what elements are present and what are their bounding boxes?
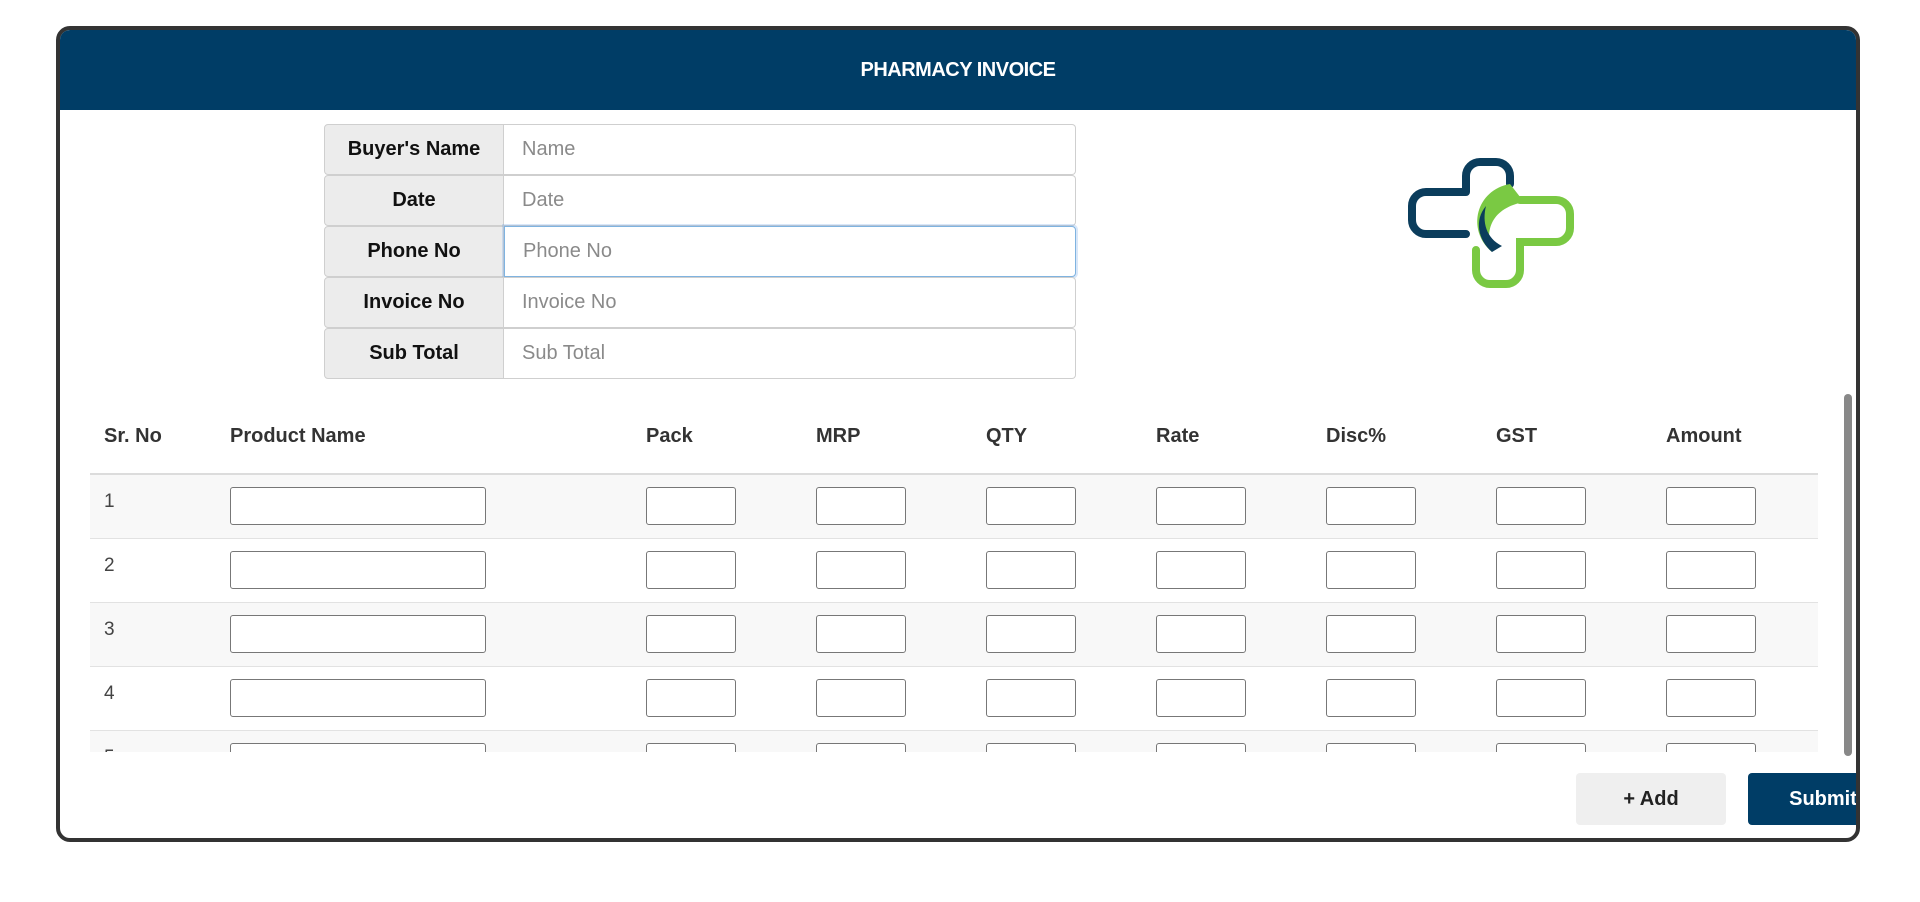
- table-row: 2: [90, 538, 1818, 603]
- disc-input[interactable]: [1326, 743, 1416, 752]
- pharmacy-cross-logo-icon: [1408, 158, 1574, 288]
- qty-input[interactable]: [986, 487, 1076, 526]
- sr-no-cell: 3: [90, 602, 216, 667]
- pack-input[interactable]: [646, 551, 736, 589]
- invoice-form: Buyer's Name Date Phone No Invoice No Su…: [324, 124, 1076, 379]
- pack-input[interactable]: [646, 679, 736, 717]
- column-header: Disc%: [1312, 400, 1482, 475]
- column-header: MRP: [802, 400, 972, 475]
- amount-input[interactable]: [1666, 679, 1756, 717]
- rate-input[interactable]: [1156, 487, 1246, 526]
- column-header: Sr. No: [90, 400, 216, 475]
- mrp-input[interactable]: [816, 487, 906, 526]
- column-header: QTY: [972, 400, 1142, 475]
- rate-input[interactable]: [1156, 551, 1246, 589]
- pack-input[interactable]: [646, 487, 736, 526]
- sr-no-cell: 5: [90, 730, 216, 752]
- qty-input[interactable]: [986, 743, 1076, 752]
- disc-input[interactable]: [1326, 551, 1416, 589]
- sr-no-cell: 2: [90, 538, 216, 603]
- qty-input[interactable]: [986, 551, 1076, 589]
- disc-input[interactable]: [1326, 679, 1416, 717]
- date-row: Date: [324, 175, 1076, 226]
- mrp-input[interactable]: [816, 743, 906, 752]
- rate-input[interactable]: [1156, 615, 1246, 653]
- page-title: PHARMACY INVOICE: [860, 58, 1057, 81]
- invoice-no-label: Invoice No: [324, 277, 504, 328]
- gst-input[interactable]: [1496, 551, 1586, 589]
- buyer-name-label: Buyer's Name: [324, 124, 504, 175]
- qty-input[interactable]: [986, 615, 1076, 653]
- gst-input[interactable]: [1496, 679, 1586, 717]
- rate-input[interactable]: [1156, 679, 1246, 717]
- phone-label: Phone No: [324, 226, 504, 277]
- product-name-input[interactable]: [230, 743, 486, 752]
- amount-input[interactable]: [1666, 551, 1756, 589]
- column-header: Pack: [632, 400, 802, 475]
- add-row-button[interactable]: + Add: [1576, 773, 1726, 825]
- rate-input[interactable]: [1156, 743, 1246, 752]
- mrp-input[interactable]: [816, 551, 906, 589]
- submit-button[interactable]: Submit: [1748, 773, 1856, 825]
- product-table: Sr. No Product Name Pack MRP QTY Rate Di…: [90, 400, 1818, 752]
- product-name-input[interactable]: [230, 679, 486, 717]
- invoice-header: PHARMACY INVOICE: [60, 30, 1856, 110]
- gst-input[interactable]: [1496, 743, 1586, 752]
- mrp-input[interactable]: [816, 679, 906, 717]
- buyer-name-row: Buyer's Name: [324, 124, 1076, 175]
- sub-total-row: Sub Total: [324, 328, 1076, 379]
- buyer-name-input[interactable]: [504, 124, 1076, 175]
- sub-total-label: Sub Total: [324, 328, 504, 379]
- table-row: 5: [90, 730, 1818, 752]
- invoice-no-input[interactable]: [504, 277, 1076, 328]
- phone-row: Phone No: [324, 226, 1076, 277]
- column-header: Rate: [1142, 400, 1312, 475]
- disc-input[interactable]: [1326, 615, 1416, 653]
- column-header: Amount: [1652, 400, 1818, 475]
- sr-no-cell: 4: [90, 666, 216, 731]
- date-input[interactable]: [504, 175, 1076, 226]
- amount-input[interactable]: [1666, 615, 1756, 653]
- disc-input[interactable]: [1326, 487, 1416, 526]
- table-row: 4: [90, 666, 1818, 731]
- date-label: Date: [324, 175, 504, 226]
- table-row: 3: [90, 602, 1818, 667]
- table-scrollbar[interactable]: [1844, 394, 1852, 756]
- mrp-input[interactable]: [816, 615, 906, 653]
- product-name-input[interactable]: [230, 551, 486, 589]
- invoice-card: PHARMACY INVOICE Buyer's Name Date Phone…: [56, 26, 1860, 842]
- amount-input[interactable]: [1666, 487, 1756, 526]
- sub-total-input[interactable]: [504, 328, 1076, 379]
- phone-input[interactable]: [504, 226, 1076, 277]
- column-header: GST: [1482, 400, 1652, 475]
- table-header-row: Sr. No Product Name Pack MRP QTY Rate Di…: [90, 400, 1818, 475]
- product-table-wrapper: Sr. No Product Name Pack MRP QTY Rate Di…: [90, 400, 1818, 752]
- gst-input[interactable]: [1496, 615, 1586, 653]
- product-name-input[interactable]: [230, 487, 486, 526]
- amount-input[interactable]: [1666, 743, 1756, 752]
- table-row: 1: [90, 474, 1818, 539]
- column-header: Product Name: [216, 400, 632, 475]
- pack-input[interactable]: [646, 743, 736, 752]
- qty-input[interactable]: [986, 679, 1076, 717]
- sr-no-cell: 1: [90, 474, 216, 539]
- invoice-no-row: Invoice No: [324, 277, 1076, 328]
- gst-input[interactable]: [1496, 487, 1586, 526]
- product-name-input[interactable]: [230, 615, 486, 653]
- pack-input[interactable]: [646, 615, 736, 653]
